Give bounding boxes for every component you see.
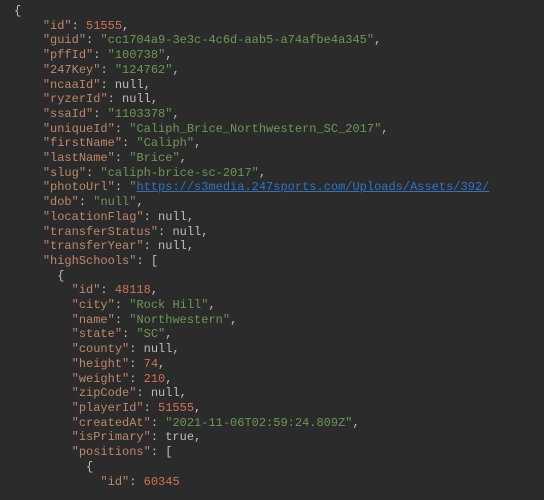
key-hs-isPrimary: isPrimary (79, 430, 144, 444)
key-hs-positions: positions (79, 445, 144, 459)
key-locationFlag: locationFlag (50, 210, 136, 224)
val-ryzerId: null (122, 92, 151, 106)
key-hs-id: id (79, 283, 93, 297)
key-guid: guid (50, 33, 79, 47)
val-hs-city: Rock Hill (136, 298, 201, 312)
val-hs-zipCode: null (151, 386, 180, 400)
val-photoUrl[interactable]: https://s3media.247sports.com/Uploads/As… (136, 180, 489, 194)
key-hs-name: name (79, 313, 108, 327)
json-viewer: { "id": 51555, "guid": "cc1704a9-3e3c-4c… (0, 0, 544, 489)
val-dob: null (100, 195, 129, 209)
key-photoUrl: photoUrl (50, 180, 108, 194)
key-pffId: pffId (50, 48, 86, 62)
key-hs-state: state (79, 327, 115, 341)
key-ssaId: ssaId (50, 107, 86, 121)
key-hs-city: city (79, 298, 108, 312)
key-hs-height: height (79, 357, 122, 371)
val-pffId: 100738 (115, 48, 158, 62)
key-transferYear: transferYear (50, 239, 136, 253)
val-guid: cc1704a9-3e3c-4c6d-aab5-a74afbe4a345 (108, 33, 367, 47)
val-transferStatus: null (172, 225, 201, 239)
val-ssaId: 1103378 (115, 107, 165, 121)
val-247Key: 124762 (122, 63, 165, 77)
val-hs-name: Northwestern (136, 313, 222, 327)
val-hs-height: 74 (144, 357, 158, 371)
val-id: 51555 (86, 19, 122, 33)
key-firstName: firstName (50, 136, 115, 150)
key-hs-playerId: playerId (79, 401, 137, 415)
key-pos-id: id (108, 475, 122, 489)
val-transferYear: null (158, 239, 187, 253)
key-id: id (50, 19, 64, 33)
key-transferStatus: transferStatus (50, 225, 151, 239)
key-ncaaId: ncaaId (50, 78, 93, 92)
key-hs-weight: weight (79, 372, 122, 386)
val-pos-id: 60345 (144, 475, 180, 489)
val-firstName: Caliph (144, 136, 187, 150)
val-hs-id: 48118 (115, 283, 151, 297)
val-hs-playerId: 51555 (158, 401, 194, 415)
val-hs-isPrimary: true (165, 430, 194, 444)
val-hs-createdAt: 2021-11-06T02:59:24.809Z (172, 416, 345, 430)
val-hs-state: SC (144, 327, 158, 341)
val-lastName: Brice (136, 151, 172, 165)
key-ryzerId: ryzerId (50, 92, 100, 106)
key-slug: slug (50, 166, 79, 180)
key-highSchools: highSchools (50, 254, 129, 268)
key-hs-createdAt: createdAt (79, 416, 144, 430)
key-247Key: 247Key (50, 63, 93, 77)
key-hs-county: county (79, 342, 122, 356)
val-hs-county: null (144, 342, 173, 356)
val-slug: caliph-brice-sc-2017 (108, 166, 252, 180)
key-hs-zipCode: zipCode (79, 386, 129, 400)
val-ncaaId: null (115, 78, 144, 92)
val-hs-weight: 210 (144, 372, 166, 386)
key-uniqueId: uniqueId (50, 122, 108, 136)
key-lastName: lastName (50, 151, 108, 165)
val-uniqueId: Caliph_Brice_Northwestern_SC_2017 (136, 122, 374, 136)
val-locationFlag: null (158, 210, 187, 224)
key-dob: dob (50, 195, 72, 209)
